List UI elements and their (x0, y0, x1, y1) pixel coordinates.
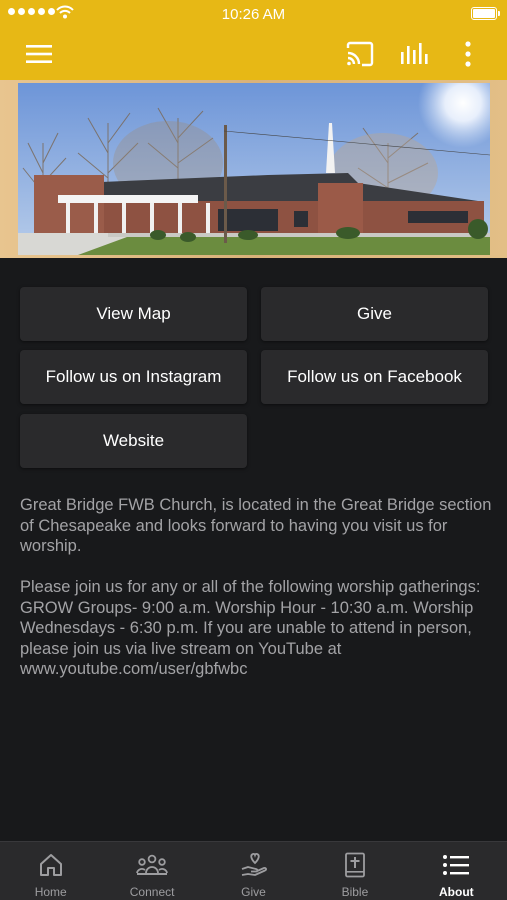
people-icon (101, 851, 202, 879)
church-description: Great Bridge FWB Church, is located in t… (20, 495, 495, 680)
equalizer-icon[interactable] (398, 38, 430, 70)
church-hero-image (0, 80, 507, 258)
battery-icon (471, 7, 500, 20)
description-paragraph: Great Bridge FWB Church, is located in t… (20, 496, 492, 555)
instagram-button[interactable]: Follow us on Instagram (20, 350, 247, 404)
view-map-button[interactable]: View Map (20, 287, 247, 341)
facebook-button[interactable]: Follow us on Facebook (261, 350, 488, 404)
home-icon (0, 851, 101, 879)
cast-icon[interactable] (344, 38, 376, 70)
tab-label: About (439, 885, 474, 899)
menu-icon[interactable] (23, 38, 55, 70)
tab-connect[interactable]: Connect (101, 842, 202, 900)
tab-about[interactable]: About (406, 842, 507, 900)
tab-give[interactable]: Give (203, 842, 304, 900)
tab-label: Home (34, 885, 67, 899)
description-paragraph: Please join us for any or all of the fol… (20, 578, 481, 678)
bottom-tab-bar: Home Connect Give Bible About (0, 841, 507, 900)
website-button[interactable]: Website (20, 414, 247, 468)
tab-label: Bible (341, 885, 369, 899)
more-vert-icon[interactable] (452, 38, 484, 70)
list-icon (406, 851, 507, 879)
status-time: 10:26 AM (221, 6, 286, 23)
tab-label: Give (241, 885, 266, 899)
give-button[interactable]: Give (261, 287, 488, 341)
tab-home[interactable]: Home (0, 842, 101, 900)
app-bar (0, 28, 507, 80)
status-bar: 10:26 AM (0, 0, 507, 28)
give-heart-icon (203, 851, 304, 879)
bible-icon (304, 851, 405, 879)
tab-label: Connect (129, 885, 175, 899)
tab-bible[interactable]: Bible (304, 842, 405, 900)
